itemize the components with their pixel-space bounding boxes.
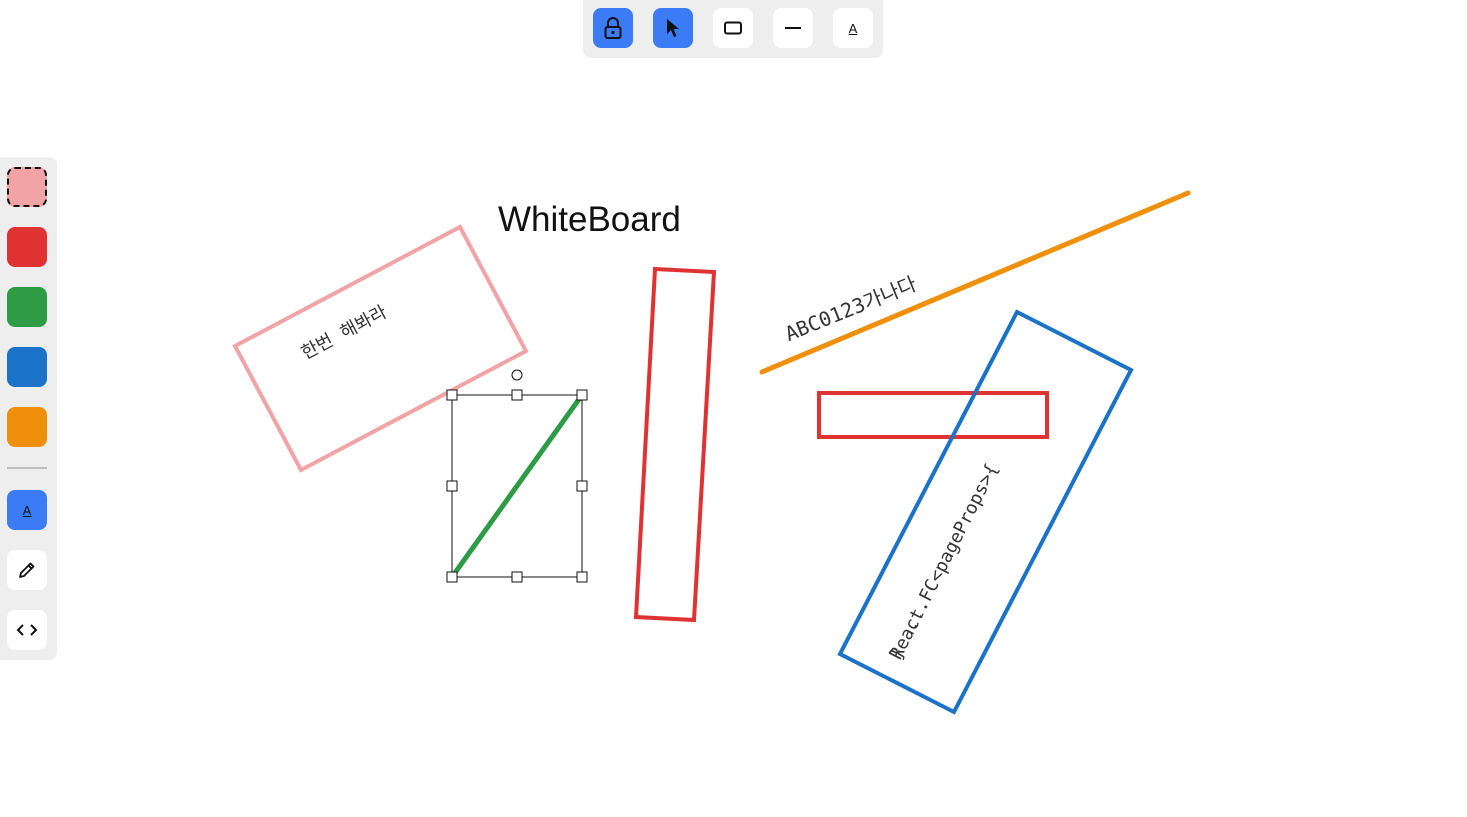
resize-handle-ne[interactable]: [576, 389, 588, 401]
whiteboard-canvas[interactable]: [0, 0, 1467, 817]
resize-handle-nw[interactable]: [446, 389, 458, 401]
resize-handle-e[interactable]: [576, 480, 588, 492]
rotate-handle[interactable]: [511, 369, 523, 381]
resize-handle-w[interactable]: [446, 480, 458, 492]
red-tall-rectangle-shape[interactable]: [633, 266, 717, 623]
green-line-shape[interactable]: [449, 393, 585, 579]
resize-handle-s[interactable]: [511, 571, 523, 583]
pink-rectangle-shape[interactable]: [232, 224, 529, 473]
resize-handle-se[interactable]: [576, 571, 588, 583]
red-wide-rectangle-shape[interactable]: [817, 391, 1049, 439]
orange-line-shape[interactable]: [759, 190, 1191, 375]
whiteboard-title[interactable]: WhiteBoard: [498, 200, 681, 240]
selection-frame[interactable]: [446, 369, 588, 583]
resize-handle-n[interactable]: [511, 389, 523, 401]
resize-handle-sw[interactable]: [446, 571, 458, 583]
